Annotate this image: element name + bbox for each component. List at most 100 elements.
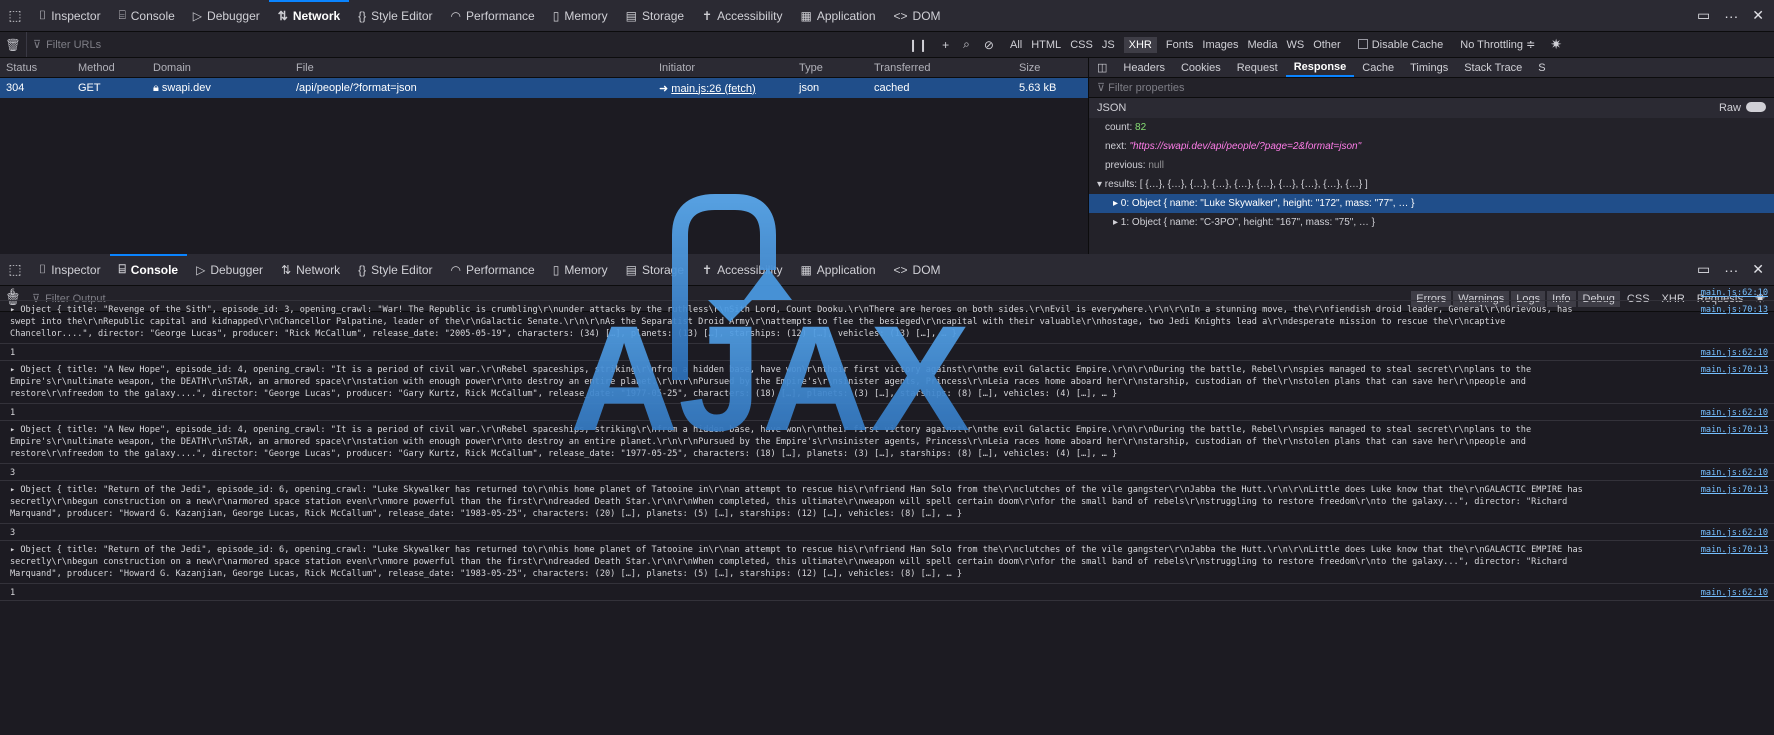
throttling-select[interactable]: No Throttling ≑: [1460, 38, 1535, 51]
json-result-item-0[interactable]: ▸ 0: Object { name: "Luke Skywalker", he…: [1089, 194, 1774, 213]
console-log-object[interactable]: ▸ Object { title: "Return of the Jedi", …: [0, 541, 1774, 584]
tab-console[interactable]: ⌸ Console: [109, 254, 188, 285]
type-filter-all[interactable]: All: [1010, 39, 1022, 51]
tab-debugger[interactable]: ▷ Debugger: [187, 254, 272, 285]
source-location-link[interactable]: main.js:62:10: [1701, 407, 1768, 419]
checkbox-icon[interactable]: [1357, 38, 1368, 49]
tab-performance[interactable]: ◠ Performance: [442, 254, 544, 285]
details-tab-cookies[interactable]: Cookies: [1173, 58, 1229, 77]
column-header-status[interactable]: Status: [0, 62, 72, 74]
request-status: 304: [6, 82, 25, 94]
tab-network[interactable]: ⇅ Network: [272, 254, 349, 285]
window-controls: ▭ ··· ✕: [1697, 0, 1764, 31]
tab-style-editor[interactable]: {} Style Editor: [349, 0, 441, 31]
type-filter-images[interactable]: Images: [1202, 39, 1238, 51]
source-location-link[interactable]: main.js:70:13: [1701, 364, 1768, 376]
source-location-link[interactable]: main.js:70:13: [1701, 304, 1768, 316]
type-filter-xhr[interactable]: XHR: [1123, 36, 1157, 53]
block-icon[interactable]: ⊘: [984, 38, 994, 52]
details-tab-timings[interactable]: Timings: [1402, 58, 1456, 77]
type-filter-js[interactable]: JS: [1102, 39, 1115, 51]
details-tab-response[interactable]: Response: [1285, 58, 1355, 77]
column-header-size[interactable]: Size: [1013, 62, 1081, 74]
source-location-link[interactable]: main.js:70:13: [1701, 544, 1768, 556]
json-results[interactable]: ▾ results: [ {…}, {…}, {…}, {…}, {…}, {……: [1089, 175, 1774, 194]
tab-memory[interactable]: ▯ Memory: [544, 254, 617, 285]
source-location-link[interactable]: main.js:62:10: [1701, 287, 1768, 299]
request-list-header: Status Method Domain File Initiator Type Trans…: [0, 58, 1088, 78]
source-location-link[interactable]: main.js:62:10: [1701, 587, 1768, 599]
type-filter-css[interactable]: CSS: [1070, 39, 1093, 51]
settings-gear-icon[interactable]: ✷: [1550, 36, 1562, 53]
source-location-link[interactable]: main.js:62:10: [1701, 467, 1768, 479]
type-filter-html[interactable]: HTML: [1031, 39, 1061, 51]
more-options-icon[interactable]: ···: [1724, 262, 1738, 278]
column-header-domain[interactable]: Domain: [147, 62, 290, 74]
memory-icon: ▯: [552, 8, 560, 23]
clear-trash-icon[interactable]: 🗑: [0, 38, 26, 52]
element-picker-icon[interactable]: ⬚: [0, 261, 30, 278]
tab-storage[interactable]: ▤ Storage: [617, 0, 693, 31]
tab-console[interactable]: ⌸ Console: [110, 0, 184, 31]
details-tab-request[interactable]: Request: [1229, 58, 1286, 77]
request-initiator[interactable]: ➜ main.js:26 (fetch): [653, 82, 793, 95]
inspector-icon: ⌷: [39, 8, 47, 22]
console-log-object[interactable]: ▸ Object { title: "A New Hope", episode_…: [0, 361, 1774, 404]
close-icon[interactable]: ✕: [1752, 261, 1764, 278]
tab-memory[interactable]: ▯ Memory: [544, 0, 617, 31]
tab-dom[interactable]: <> DOM: [885, 254, 950, 285]
style-editor-icon: {}: [358, 262, 367, 277]
tab-dom[interactable]: <> DOM: [885, 0, 950, 31]
dock-icon[interactable]: ▭: [1697, 261, 1710, 278]
column-header-file[interactable]: File: [290, 62, 653, 74]
details-sidebar-icon[interactable]: ◫: [1089, 58, 1115, 77]
tab-inspector[interactable]: ⌷ Inspector: [30, 254, 110, 285]
source-location-link[interactable]: main.js:70:13: [1701, 424, 1768, 436]
source-location-link[interactable]: main.js:62:10: [1701, 527, 1768, 539]
request-row[interactable]: 304 GET 🔒︎ swapi.dev/api/people/?format=js…: [0, 78, 1088, 98]
add-icon[interactable]: +: [942, 38, 949, 52]
dock-icon[interactable]: ▭: [1697, 7, 1710, 24]
tab-application[interactable]: ▦ Application: [791, 0, 884, 31]
column-header-method[interactable]: Method: [72, 62, 147, 74]
source-location-link[interactable]: main.js:62:10: [1701, 347, 1768, 359]
search-icon[interactable]: ⌕: [963, 37, 970, 52]
tab-storage[interactable]: ▤ Storage: [617, 254, 693, 285]
type-filter-media[interactable]: Media: [1247, 39, 1277, 51]
type-filters: All HTML CSS JS XHR Fonts Images Media WS Other Di…: [1010, 32, 1562, 57]
tab-performance[interactable]: ◠ Performance: [442, 0, 544, 31]
type-filter-fonts[interactable]: Fonts: [1166, 39, 1194, 51]
type-filter-ws[interactable]: WS: [1286, 39, 1304, 51]
column-header-initiator[interactable]: Initiator: [653, 62, 793, 74]
tab-inspector[interactable]: ⌷ Inspector: [30, 0, 110, 31]
disable-cache-checkbox[interactable]: Disable Cache: [1357, 38, 1443, 51]
tab-application[interactable]: ▦ Application: [791, 254, 884, 285]
column-header-transferred[interactable]: Transferred: [868, 62, 1013, 74]
json-result-item-1[interactable]: ▸ 1: Object { name: "C-3PO", height: "16…: [1089, 213, 1774, 232]
details-tab-cache[interactable]: Cache: [1354, 58, 1402, 77]
json-next: next: "https://swapi.dev/api/people/?pag…: [1105, 141, 1362, 152]
tab-network[interactable]: ⇅ Network: [268, 0, 350, 31]
type-filter-other[interactable]: Other: [1313, 39, 1341, 51]
console-log-object[interactable]: ▸ Object { title: "Return of the Jedi", …: [0, 481, 1774, 524]
details-tab-s[interactable]: S: [1530, 58, 1553, 77]
source-location-link[interactable]: main.js:70:13: [1701, 484, 1768, 496]
details-tab-headers[interactable]: Headers: [1115, 58, 1173, 77]
tab-debugger[interactable]: ▷ Debugger: [184, 0, 269, 31]
console-log-number: 6 main.js:62:10: [0, 284, 1774, 301]
tab-accessibility[interactable]: ✝ Accessibility: [693, 254, 791, 285]
element-picker-icon[interactable]: ⬚: [0, 7, 30, 24]
filter-properties-input[interactable]: ⊽ Filter properties: [1089, 78, 1774, 98]
more-options-icon[interactable]: ···: [1724, 8, 1738, 24]
tab-accessibility[interactable]: ✝ Accessibility: [693, 0, 791, 31]
raw-toggle[interactable]: Raw: [1719, 102, 1766, 114]
console-log-object[interactable]: ▸ Object { title: "A New Hope", episode_…: [0, 421, 1774, 464]
console-log-object[interactable]: ▸ Object { title: "Revenge of the Sith",…: [0, 301, 1774, 344]
pause-icon[interactable]: ❙❙: [908, 38, 928, 52]
tab-style-editor[interactable]: {} Style Editor: [349, 254, 441, 285]
details-tab-stack-trace[interactable]: Stack Trace: [1456, 58, 1530, 77]
raw-switch[interactable]: [1746, 102, 1766, 112]
close-icon[interactable]: ✕: [1752, 7, 1764, 24]
filter-urls-input[interactable]: ⊽ Filter URLs: [26, 32, 101, 57]
column-header-type[interactable]: Type: [793, 62, 868, 74]
